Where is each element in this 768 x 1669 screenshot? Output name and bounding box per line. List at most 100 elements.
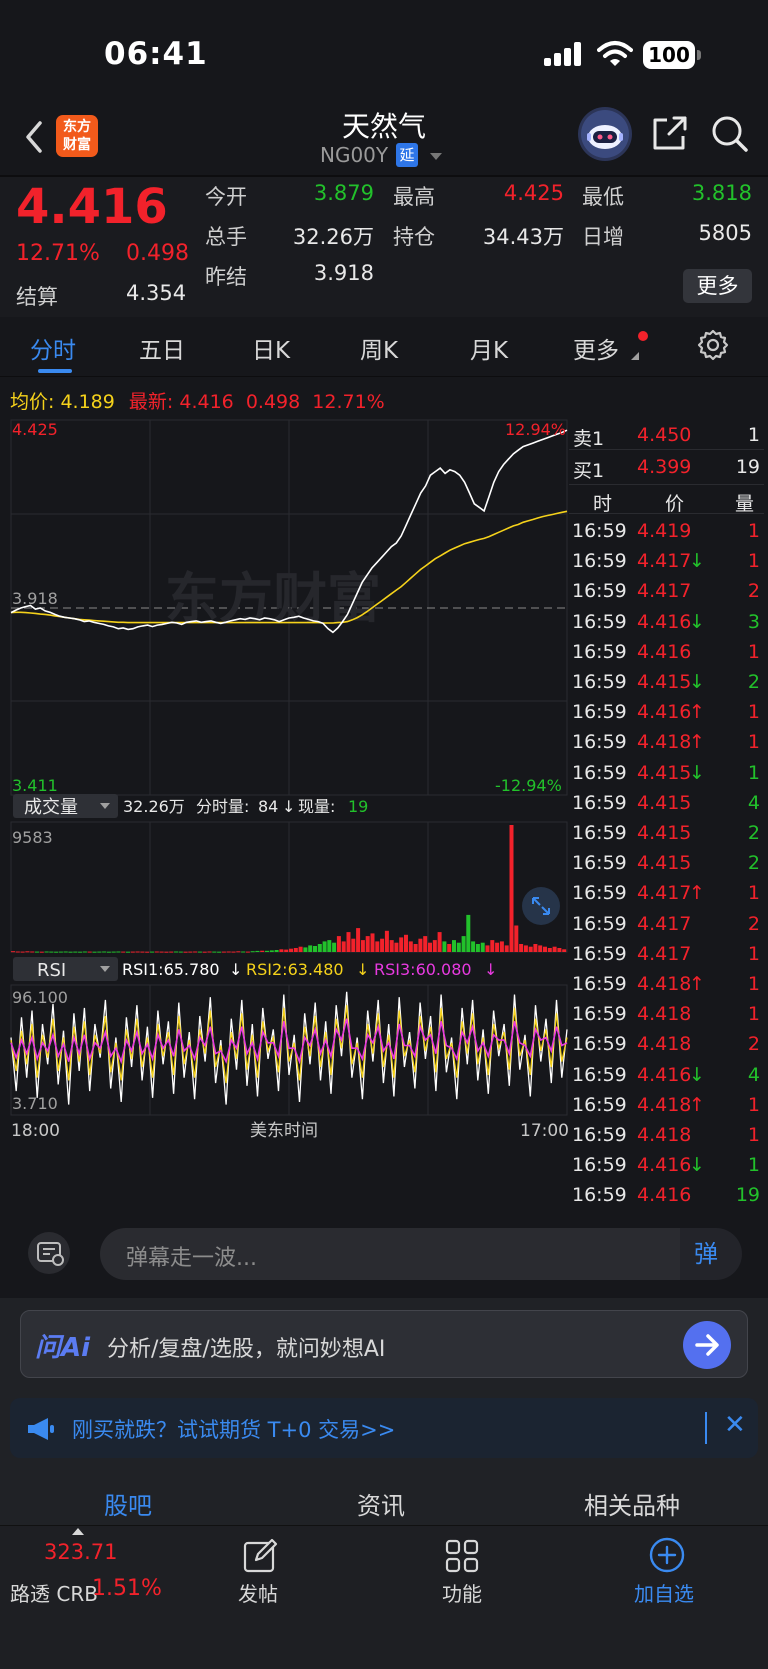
tick-row: 16:59 4.416 1 <box>569 637 764 667</box>
tick-price: 4.417 <box>637 580 692 603</box>
minute-volume-arrow: ↓ <box>282 797 295 816</box>
volume-bar <box>130 951 135 953</box>
volume-bar <box>408 941 413 952</box>
volume-bar <box>557 948 562 952</box>
volume-bar <box>519 944 524 952</box>
tab-weekly-k[interactable]: 周K <box>360 331 398 365</box>
delay-badge: 延 <box>396 143 418 167</box>
tick-volume: 4 <box>747 1063 760 1086</box>
volume-bar <box>303 947 308 952</box>
ai-logo: 问Ai <box>35 1333 91 1363</box>
tick-volume: 19 <box>735 1184 760 1207</box>
volume-bar <box>279 949 284 952</box>
rsi-bottom-label: 3.710 <box>12 1094 58 1113</box>
volume-label: 总手 <box>205 225 247 249</box>
add-watchlist-button[interactable]: 加自选 <box>628 1526 708 1616</box>
tab-monthly-k[interactable]: 月K <box>470 331 508 365</box>
wifi-icon <box>597 41 633 66</box>
add-watchlist-label: 加自选 <box>634 1582 694 1606</box>
tick-direction-icon: ↓ <box>689 761 705 784</box>
search-icon[interactable] <box>711 115 749 153</box>
volume-bar <box>226 951 231 953</box>
tick-time: 16:59 <box>572 1033 627 1056</box>
tick-row: 16:59 4.417 ↑ 1 <box>569 878 764 908</box>
volume-bar <box>202 951 207 953</box>
contract-code[interactable]: NG00Y <box>320 143 388 167</box>
tick-time: 16:59 <box>572 882 627 905</box>
volume-bar <box>490 940 495 952</box>
volume-bar <box>183 951 188 953</box>
promo-close-icon[interactable]: ✕ <box>724 1410 746 1440</box>
tab-daily-k[interactable]: 日K <box>252 331 290 365</box>
volume-bar <box>327 940 332 952</box>
volume-bar <box>269 950 274 952</box>
tick-time: 16:59 <box>572 1093 627 1116</box>
volume-bar <box>413 944 418 952</box>
more-quote-button[interactable]: 更多 <box>683 269 752 303</box>
tick-volume: 1 <box>747 1003 760 1026</box>
tick-volume: 2 <box>747 580 760 603</box>
volume-bar <box>499 941 504 952</box>
high-value: 4.425 <box>503 181 564 205</box>
gear-icon[interactable] <box>697 329 729 361</box>
daily-increase-value: 5805 <box>698 221 752 245</box>
tab-news[interactable]: 资讯 <box>357 1486 405 1521</box>
tick-time: 16:59 <box>572 912 627 935</box>
volume-bar <box>231 951 236 953</box>
functions-button[interactable]: 功能 <box>432 1526 492 1616</box>
rsi3-arrow: ↓ <box>484 960 497 979</box>
volume-bar <box>68 951 73 953</box>
volume-bar <box>20 951 25 953</box>
tick-direction-icon: ↑ <box>689 1093 705 1116</box>
tab-five-day[interactable]: 五日 <box>139 331 185 365</box>
volume-bar <box>351 938 356 952</box>
danmu-toggle-button[interactable]: 弹 <box>680 1228 742 1280</box>
tab-related[interactable]: 相关品种 <box>584 1486 680 1521</box>
tick-volume: 1 <box>747 761 760 784</box>
crb-percent: 1.51% <box>92 1576 162 1601</box>
open-label: 今开 <box>205 185 247 209</box>
contract-switch-caret-icon[interactable] <box>430 153 442 160</box>
volume-bar <box>466 914 471 952</box>
tick-price: 4.417 <box>637 942 692 965</box>
volume-bar <box>523 945 528 952</box>
volume-bar <box>236 951 241 953</box>
tick-direction-icon: ↓ <box>689 1063 705 1086</box>
danmu-settings-button[interactable] <box>28 1232 70 1274</box>
promo-banner[interactable]: 刚买就跌？试试期货 T+0 交易>> ✕ <box>10 1398 758 1458</box>
post-button[interactable]: 发帖 <box>230 1526 290 1616</box>
volume-bar <box>274 950 279 952</box>
ai-assistant-bar[interactable]: 问Ai 分析/复盘/选股，就问妙想AI <box>20 1310 748 1378</box>
edit-icon <box>243 1538 278 1573</box>
tab-intraday[interactable]: 分时 <box>30 331 76 365</box>
volume-bar <box>250 951 255 953</box>
tab-forum[interactable]: 股吧 <box>104 1486 152 1521</box>
rsi1-label: RSI1:65.780 <box>122 960 220 979</box>
tab-more[interactable]: 更多 <box>573 331 619 365</box>
volume-bar <box>188 951 193 953</box>
volume-bar <box>375 941 380 952</box>
volume-bar <box>15 951 20 953</box>
volume-bar <box>289 948 293 952</box>
volume-bar <box>442 941 447 952</box>
tick-time: 16:59 <box>572 610 627 633</box>
tick-header-row: 时 价 量 <box>569 484 764 515</box>
volume-bar <box>212 951 217 953</box>
volume-bar <box>284 949 289 952</box>
volume-bar <box>49 951 54 953</box>
volume-bar <box>44 951 49 953</box>
volume-bar <box>428 942 432 952</box>
tick-price: 4.416 <box>637 1063 692 1086</box>
tick-volume: 1 <box>747 640 760 663</box>
expand-chart-button[interactable] <box>522 887 560 925</box>
tick-time: 16:59 <box>572 640 627 663</box>
y-top-label: 4.425 <box>12 420 58 439</box>
ai-send-button[interactable] <box>683 1321 731 1369</box>
tick-time: 16:59 <box>572 1063 627 1086</box>
intraday-chart[interactable]: 东方财富 4.425 3.918 3.411 12.94% -12.94% 成交… <box>0 377 568 1212</box>
col-volume: 量 <box>734 493 754 515</box>
crb-index[interactable]: 323.71 路透 CRB 1.51% <box>0 1526 170 1616</box>
share-icon[interactable] <box>652 115 688 151</box>
ai-robot-avatar[interactable] <box>578 107 632 161</box>
tick-row: 16:59 4.418 ↑ 1 <box>569 1090 764 1120</box>
